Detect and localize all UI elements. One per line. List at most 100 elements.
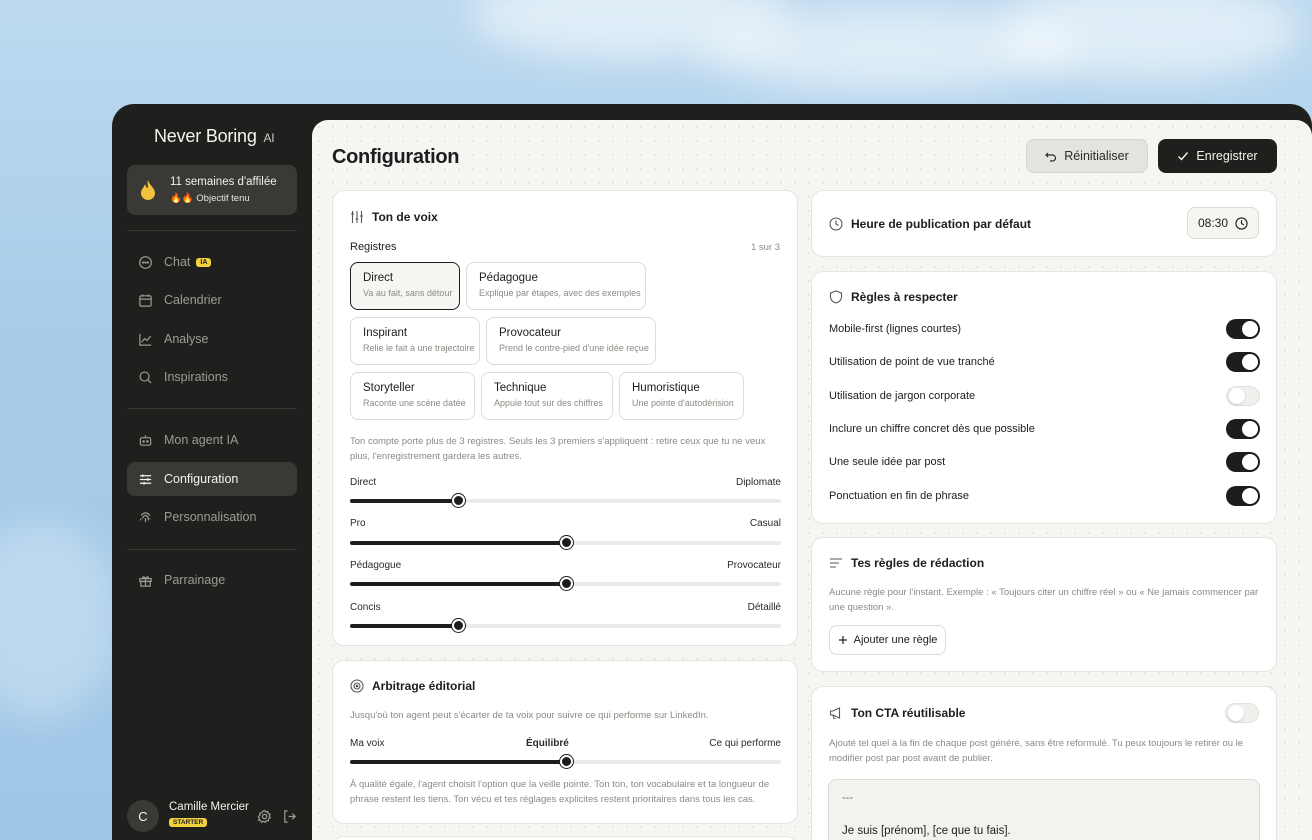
nav-item-agent[interactable]: Mon agent IA [127, 423, 297, 457]
publish-time-input[interactable]: 08:30 [1187, 207, 1259, 239]
rule-label: Utilisation de jargon corporate [829, 390, 976, 402]
save-button[interactable]: Enregistrer [1158, 139, 1277, 173]
arbitration-title: Arbitrage éditorial [350, 679, 475, 693]
nav-item-configuration[interactable]: Configuration [127, 462, 297, 496]
slider-right-label: Provocateur [727, 560, 781, 571]
slider-fill [350, 582, 566, 586]
chip-desc: Prend le contre-pied d'une idée reçue [499, 343, 649, 353]
writing-rules-card: Tes règles de rédaction Aucune règle pou… [811, 537, 1277, 672]
reset-label: Réinitialiser [1064, 149, 1129, 163]
slider-direct-diplomate[interactable] [350, 494, 781, 507]
nav-item-personalisation[interactable]: Personnalisation [127, 500, 297, 534]
arbitration-note: À qualité égale, l'agent choisit l'optio… [350, 777, 790, 807]
nav-item-calendar[interactable]: Calendrier [127, 283, 297, 317]
page-title: Configuration [332, 146, 460, 168]
register-chip-direct[interactable]: Direct Va au fait, sans détour [350, 262, 460, 310]
chip-desc: Relie le fait à une trajectoire [363, 343, 475, 353]
robot-icon [139, 434, 152, 446]
slider-handle[interactable] [451, 619, 465, 632]
desc-line: Ajouté tel quel à la fin de chaque post … [829, 738, 1244, 749]
slider-right-label: Casual [749, 518, 781, 529]
fingerprint-icon [140, 511, 151, 522]
cta-textarea[interactable]: --- Je suis [prénom], [ce que tu fais]. [828, 779, 1260, 840]
chip-name: Direct [363, 272, 394, 284]
slider-handle[interactable] [559, 536, 573, 549]
note-line: Ton compte porte plus de 3 registres. Se… [350, 436, 766, 447]
slider-pedagogue-provocateur[interactable] [350, 577, 781, 590]
target-icon [350, 679, 364, 693]
chip-desc: Une pointe d'autodérision [632, 398, 734, 408]
slider-left-label: Concis [350, 602, 381, 613]
slider-fill [350, 760, 566, 764]
next-card [332, 836, 798, 840]
arbitration-card: Arbitrage éditorial Jusqu'où ton agent p… [332, 660, 798, 824]
nav-item-analysis[interactable]: Analyse [127, 322, 297, 356]
sliders-icon [351, 211, 363, 223]
chip-name: Pédagogue [479, 272, 538, 284]
gear-icon[interactable] [257, 809, 272, 824]
rule-toggle[interactable] [1226, 419, 1260, 439]
nav-label: Chat [164, 255, 191, 269]
cta-title-label: Ton CTA réutilisable [851, 706, 966, 720]
slider-handle[interactable] [559, 755, 573, 768]
slider-handle[interactable] [451, 494, 465, 507]
slider-fill [350, 541, 566, 545]
rule-toggle[interactable] [1226, 486, 1260, 506]
registers-label: Registres [350, 241, 397, 253]
brand-logo[interactable]: Never Boring AI [154, 126, 275, 147]
slider-handle[interactable] [559, 577, 573, 590]
rule-row: Utilisation de point de vue tranché [829, 352, 1260, 374]
note-line: phrase restent les tiens. Ton vécu et te… [350, 794, 756, 805]
register-chip-technique[interactable]: Technique Appuie tout sur des chiffres [481, 372, 613, 420]
save-label: Enregistrer [1196, 149, 1258, 163]
logout-icon[interactable] [282, 809, 297, 824]
writing-rules-empty: Aucune règle pour l'instant. Exemple : «… [829, 585, 1269, 615]
rule-toggle[interactable] [1226, 352, 1260, 372]
slider-concis-detaille[interactable] [350, 619, 781, 632]
chip-desc: Appuie tout sur des chiffres [494, 398, 603, 408]
slider-left-label: Pédagogue [350, 560, 402, 571]
rule-toggle[interactable] [1226, 452, 1260, 472]
streak-card[interactable]: 11 semaines d'affilée 🔥🔥 Objectif tenu [127, 165, 297, 215]
rules-title: Règles à respecter [829, 290, 958, 304]
streak-subtitle: 🔥🔥 Objectif tenu [170, 193, 250, 204]
slider-center-label: Équilibré [526, 738, 569, 749]
publish-time-title: Heure de publication par défaut [829, 217, 1031, 231]
avatar[interactable]: C [127, 800, 159, 832]
nav-label: Personnalisation [164, 510, 257, 524]
cta-desc: Ajouté tel quel à la fin de chaque post … [829, 736, 1269, 766]
register-chip-inspirant[interactable]: Inspirant Relie le fait à une trajectoir… [350, 317, 480, 365]
rule-label: Ponctuation en fin de phrase [829, 490, 970, 502]
rule-row: Utilisation de jargon corporate [829, 386, 1260, 408]
rule-label: Inclure un chiffre concret dès que possi… [829, 423, 1035, 435]
search-icon [139, 370, 152, 384]
nav-item-referral[interactable]: Parrainage [127, 563, 297, 597]
writing-rules-title: Tes règles de rédaction [829, 556, 984, 570]
empty-line: une question ». [829, 602, 894, 613]
cta-toggle[interactable] [1225, 703, 1259, 723]
empty-line: Aucune règle pour l'instant. Exemple : «… [829, 587, 1259, 598]
register-chip-humoristique[interactable]: Humoristique Une pointe d'autodérision [619, 372, 744, 420]
rule-toggle[interactable] [1226, 319, 1260, 339]
clock-icon [1235, 216, 1248, 230]
slider-pro-casual[interactable] [350, 536, 781, 549]
register-chip-pedagogue[interactable]: Pédagogue Explique par étapes, avec des … [466, 262, 646, 310]
rule-toggle[interactable] [1226, 386, 1260, 406]
nav-item-inspirations[interactable]: Inspirations [127, 360, 297, 394]
nav-label: Calendrier [164, 293, 222, 307]
chat-icon [139, 255, 152, 269]
register-chip-storyteller[interactable]: Storyteller Raconte une scène datée [350, 372, 475, 420]
slider-arbitration[interactable] [350, 755, 781, 768]
divider [127, 230, 297, 231]
chip-desc: Explique par étapes, avec des exemples [479, 288, 641, 298]
check-icon [1178, 152, 1189, 161]
brand-suffix: AI [263, 131, 275, 145]
chip-name: Provocateur [499, 327, 562, 339]
add-rule-button[interactable]: Ajouter une règle [829, 625, 946, 655]
user-name: Camille Mercier [169, 801, 249, 813]
desc-line: modifier post par post avant de publier. [829, 753, 993, 764]
register-chip-provocateur[interactable]: Provocateur Prend le contre-pied d'une i… [486, 317, 656, 365]
rules-title-label: Règles à respecter [851, 290, 958, 304]
nav-item-chat[interactable]: Chat IA [127, 245, 297, 279]
reset-button[interactable]: Réinitialiser [1026, 139, 1148, 173]
